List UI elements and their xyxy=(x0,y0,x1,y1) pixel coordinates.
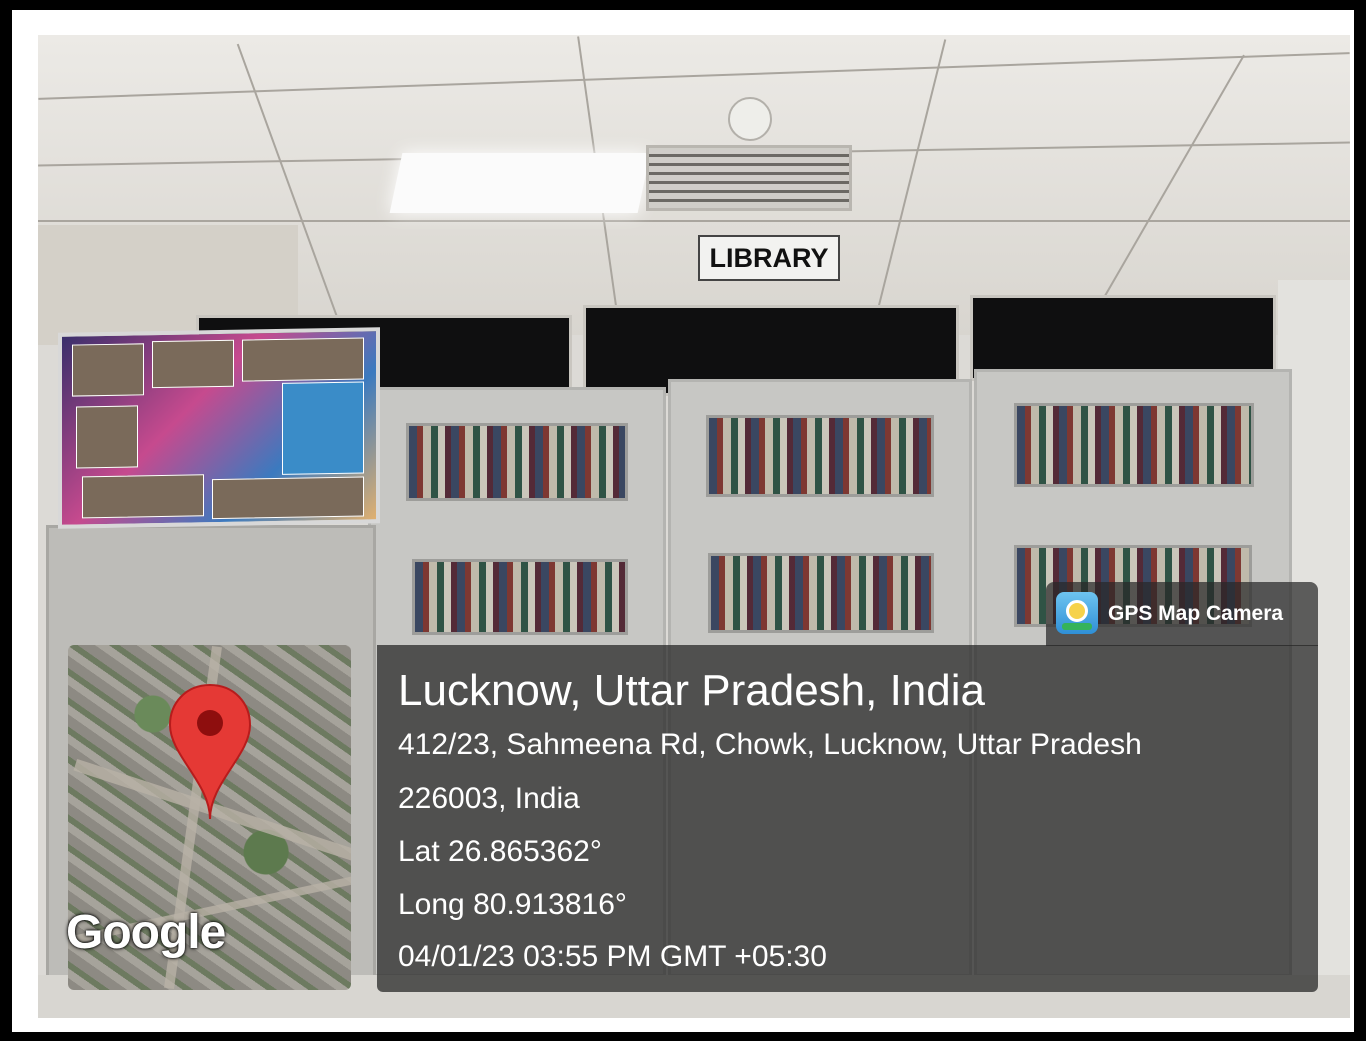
location-city: Lucknow, Uttar Pradesh, India xyxy=(398,666,985,715)
app-name: GPS Map Camera xyxy=(1108,602,1284,625)
ceiling-light xyxy=(389,153,651,213)
gps-map-camera-icon xyxy=(1056,592,1098,634)
book-shelf xyxy=(406,423,628,501)
book-shelf xyxy=(706,415,934,497)
book-shelf xyxy=(708,553,934,633)
timestamp: 04/01/23 03:55 PM GMT +05:30 xyxy=(398,940,827,973)
ceiling-grid-line xyxy=(38,220,1350,222)
smoke-detector xyxy=(728,97,772,141)
photo-collage xyxy=(58,327,380,529)
address-line-1: 412/23, Sahmeena Rd, Chowk, Lucknow, Utt… xyxy=(398,728,1142,761)
map-pin-icon xyxy=(168,683,252,820)
longitude: Long 80.913816° xyxy=(398,888,627,921)
book-shelf xyxy=(412,559,628,635)
library-sign: LIBRARY xyxy=(698,235,840,281)
latitude: Lat 26.865362° xyxy=(398,835,602,868)
google-logo: Google xyxy=(66,906,226,959)
book-shelf xyxy=(1014,403,1254,487)
air-vent xyxy=(646,145,852,211)
address-line-2: 226003, India xyxy=(398,782,580,815)
